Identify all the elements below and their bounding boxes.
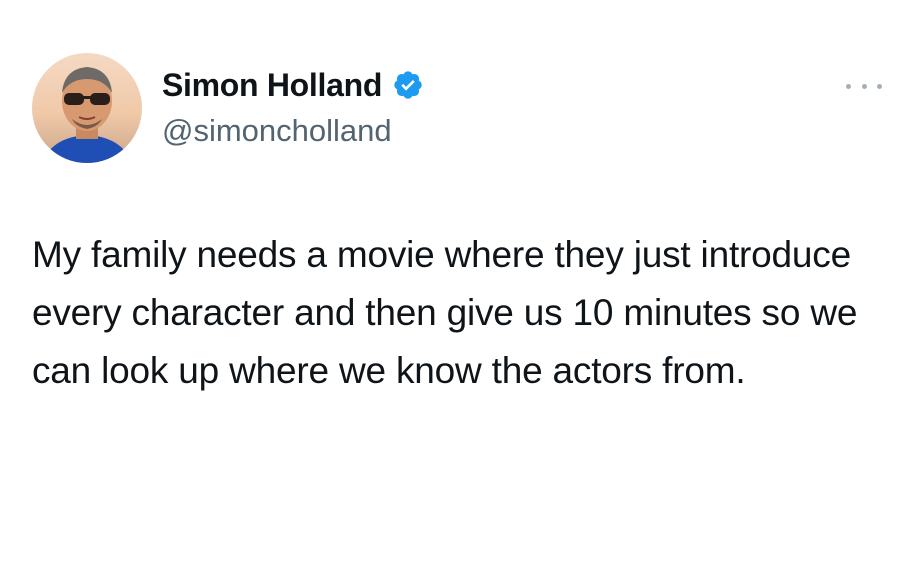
more-dot [877,83,882,89]
author-handle[interactable]: @simoncholland [162,113,392,149]
author-name-row: Simon Holland [162,64,424,106]
tweet-text: My family needs a movie where they just … [32,234,858,391]
author-avatar[interactable] [32,53,142,163]
verified-badge-icon [392,69,424,101]
avatar-photo-icon [32,53,142,163]
author-display-name[interactable]: Simon Holland [162,67,382,104]
more-options-icon[interactable] [846,76,882,96]
tweet-card: Simon Holland @simoncholland My family n… [0,0,910,574]
more-dot [861,83,867,89]
more-dot [846,83,851,89]
